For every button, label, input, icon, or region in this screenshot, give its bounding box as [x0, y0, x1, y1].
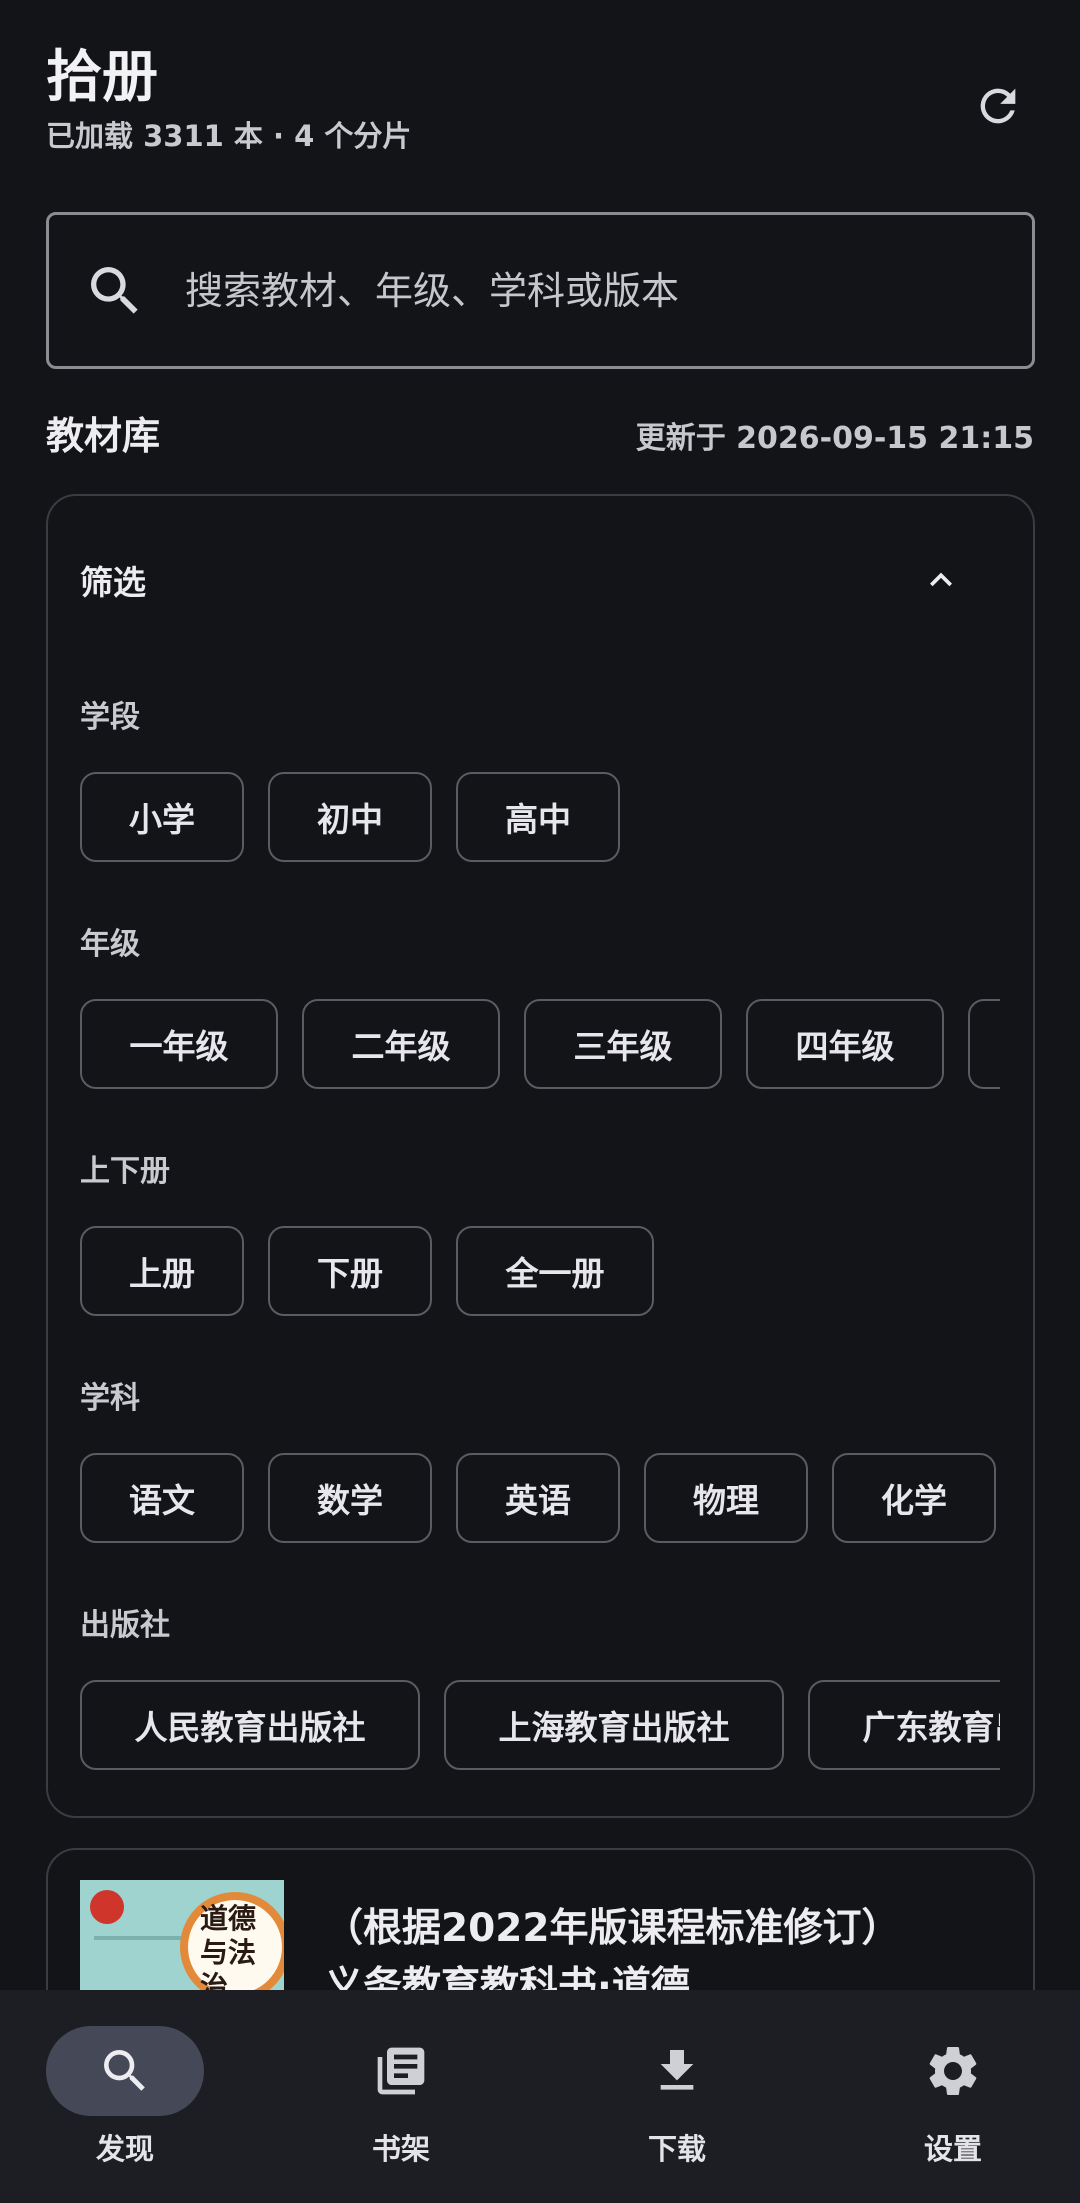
nav-active-indicator [46, 2026, 204, 2116]
chip-subject[interactable]: 化学 [832, 1453, 996, 1543]
filter-group-label-volume: 上下册 [80, 1154, 170, 1189]
filter-group-label-grade: 年级 [80, 927, 140, 962]
filter-group-label-subject: 学科 [80, 1381, 140, 1416]
chip-publisher[interactable]: 广东教育出版社 [808, 1680, 1000, 1770]
load-status: 已加载 3311 本 · 4 个分片 [46, 119, 412, 153]
refresh-button[interactable] [962, 70, 1034, 142]
filter-title: 筛选 [80, 563, 146, 602]
chip-publisher[interactable]: 上海教育出版社 [444, 1680, 784, 1770]
chip-subject[interactable]: 语文 [80, 1453, 244, 1543]
nav-item-bookshelf[interactable]: 书架 [321, 2026, 481, 2176]
refresh-icon [980, 88, 1016, 124]
filter-group-label-publisher: 出版社 [80, 1608, 170, 1643]
chip-subject[interactable]: 英语 [456, 1453, 620, 1543]
chip-grade[interactable] [968, 999, 1000, 1089]
filter-stage-options: 小学 初中 高中 [80, 772, 1000, 864]
nav-item-settings[interactable]: 设置 [873, 2026, 1033, 2176]
updated-timestamp: 更新于 2026-09-15 21:15 [635, 421, 1034, 456]
search-box[interactable] [46, 212, 1035, 369]
bottom-navigation: 发现 书架 下载 设置 [0, 1990, 1080, 2203]
publisher-badge [90, 1890, 124, 1924]
cover-title: 道德与法治 [200, 1902, 257, 2003]
library-title: 教材库 [46, 414, 161, 458]
chip-subject[interactable]: 数学 [268, 1453, 432, 1543]
filter-panel: 筛选 学段 小学 初中 高中 年级 一年级 二年级 三年级 四年级 上下册 上册 下册 全一册… [46, 494, 1035, 1818]
nav-item-discover[interactable]: 发现 [45, 2026, 205, 2176]
gear-icon [929, 2047, 977, 2095]
search-icon [104, 2050, 145, 2091]
cover-decoration [94, 1936, 184, 1940]
collapse-filter-button[interactable] [919, 558, 963, 602]
nav-label: 设置 [923, 2132, 982, 2166]
chip-grade[interactable]: 二年级 [302, 999, 500, 1089]
chip-stage[interactable]: 高中 [456, 772, 620, 862]
nav-label: 下载 [647, 2132, 706, 2166]
chip-grade[interactable]: 三年级 [524, 999, 722, 1089]
nav-item-download[interactable]: 下载 [597, 2026, 757, 2176]
chip-grade[interactable]: 四年级 [746, 999, 944, 1089]
chip-volume[interactable]: 上册 [80, 1226, 244, 1316]
search-icon [91, 266, 138, 314]
download-icon [660, 2050, 694, 2090]
chip-grade[interactable]: 一年级 [80, 999, 278, 1089]
filter-grade-options: 一年级 二年级 三年级 四年级 [80, 999, 1000, 1091]
chevron-up-icon [930, 572, 952, 587]
app-header: 拾册 已加载 3311 本 · 4 个分片 [46, 40, 1034, 160]
nav-icon-container [874, 2026, 1032, 2116]
chip-volume[interactable]: 下册 [268, 1226, 432, 1316]
chip-publisher[interactable]: 人民教育出版社 [80, 1680, 420, 1770]
filter-subject-options: 语文 数学 英语 物理 化学 [80, 1453, 1000, 1545]
chip-subject[interactable]: 物理 [644, 1453, 808, 1543]
filter-group-label-stage: 学段 [80, 700, 140, 735]
chip-stage[interactable]: 小学 [80, 772, 244, 862]
filter-publisher-options: 人民教育出版社上海教育出版社广东教育出版社 [80, 1680, 1000, 1772]
bookshelf-icon [377, 2047, 425, 2095]
chip-stage[interactable]: 初中 [268, 772, 432, 862]
app-title: 拾册 [46, 45, 158, 110]
nav-label: 发现 [95, 2132, 154, 2166]
nav-icon-container [322, 2026, 480, 2116]
nav-icon-container [598, 2026, 756, 2116]
search-input[interactable] [185, 268, 965, 313]
filter-volume-options: 上册 下册 全一册 [80, 1226, 1000, 1318]
nav-label: 书架 [371, 2132, 430, 2166]
chip-volume[interactable]: 全一册 [456, 1226, 654, 1316]
discover-screen: 拾册 已加载 3311 本 · 4 个分片 教材库 更新于 2026-09-15… [0, 0, 1080, 2203]
